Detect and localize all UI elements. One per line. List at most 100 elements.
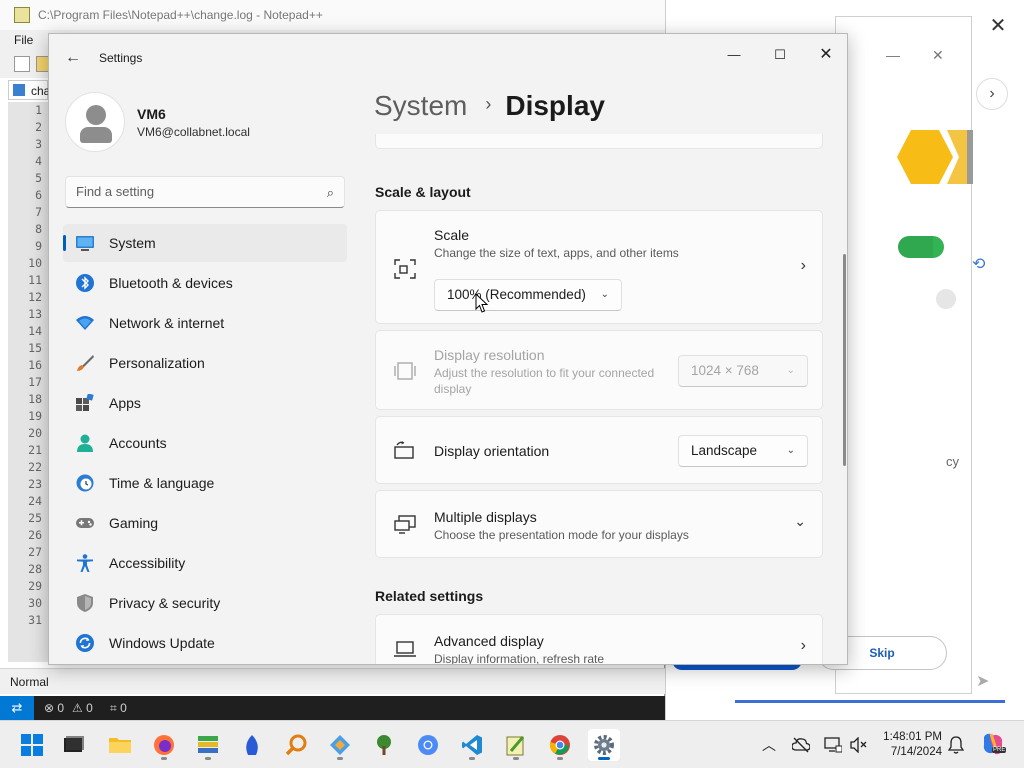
taskbar-file-explorer[interactable] <box>104 729 136 761</box>
network-monitor-icon[interactable] <box>824 737 842 753</box>
sidebar-item-network[interactable]: Network & internet <box>63 304 347 342</box>
gamepad-icon <box>76 518 94 528</box>
user-email: VM6@collabnet.local <box>137 125 250 139</box>
editor-mode: Normal <box>10 675 49 689</box>
search-input[interactable] <box>76 184 306 199</box>
send-icon[interactable]: ➤ <box>976 671 989 691</box>
tree-icon <box>377 735 391 755</box>
notepadpp-title-bar[interactable]: C:\Program Files\Notepad++\change.log - … <box>0 0 665 30</box>
remote-indicator-icon[interactable]: ⇄ <box>0 696 34 720</box>
notification-bell-icon[interactable] <box>948 736 964 754</box>
scrollbar[interactable] <box>843 254 846 466</box>
sidebar-item-personalization[interactable]: Personalization <box>63 344 347 382</box>
line-number: 28 <box>28 562 42 576</box>
line-number: 8 <box>35 222 42 236</box>
back-arrow-icon[interactable]: ← <box>61 46 85 70</box>
line-number-gutter: 1 2 3 4 5 6 7 8 9 10 11 12 13 14 15 16 17 18 19 20 21 22 23 24 2… <box>8 102 48 662</box>
sync-icon: ⟲ <box>972 256 986 273</box>
chevron-down-icon: ⌄ <box>600 289 609 300</box>
sidebar-nav: System Bluetooth & devices Network & int… <box>63 224 347 664</box>
sidebar-item-gaming[interactable]: Gaming <box>63 504 347 542</box>
line-number: 29 <box>28 579 42 593</box>
chrome-side-panel: — ✕ cy <box>835 16 972 694</box>
chevron-right-icon[interactable]: › <box>801 257 806 275</box>
taskbar-clock[interactable]: 1:48:01 PM 7/14/2024 <box>880 730 942 760</box>
show-hidden-icons-chevron-up-icon[interactable]: ︿ <box>762 735 776 755</box>
taskbar-notepadpp[interactable] <box>500 729 532 761</box>
avatar[interactable] <box>65 92 125 152</box>
chevron-right-icon[interactable]: › <box>801 637 806 655</box>
sidebar-item-label: Network & internet <box>109 315 225 331</box>
sidebar-item-system[interactable]: System <box>63 224 347 262</box>
circle-placeholder-icon <box>936 289 956 309</box>
chrome-minimize-icon[interactable]: — <box>886 47 900 63</box>
orientation-icon <box>394 441 414 459</box>
warnings-count[interactable]: ⚠ 0 <box>72 701 93 715</box>
ports-count[interactable]: ⌗ 0 <box>110 701 127 716</box>
sidebar-item-accounts[interactable]: Accounts <box>63 424 347 462</box>
chevron-right-icon[interactable]: › <box>976 78 1008 110</box>
taskbar-vscode[interactable] <box>456 729 488 761</box>
multiple-displays-card[interactable]: Multiple displays Choose the presentatio… <box>375 490 823 558</box>
orientation-dropdown[interactable]: Landscape ⌄ <box>678 435 808 467</box>
scale-card[interactable]: Scale Change the size of text, apps, and… <box>375 210 823 324</box>
page-title: Display <box>505 90 605 121</box>
sidebar-item-accessibility[interactable]: Accessibility <box>63 544 347 582</box>
multiple-displays-subtitle: Choose the presentation mode for your di… <box>434 528 689 542</box>
gear-icon <box>594 735 614 755</box>
firefox-icon <box>154 735 174 755</box>
onedrive-offline-icon[interactable] <box>792 737 810 753</box>
chevron-down-icon: ⌄ <box>786 365 795 376</box>
magnifier-icon <box>285 734 307 756</box>
settings-app-title: Settings <box>99 51 143 65</box>
close-icon[interactable]: ✕ <box>803 40 847 70</box>
sidebar-item-apps[interactable]: Apps <box>63 384 347 422</box>
sidebar-item-bluetooth[interactable]: Bluetooth & devices <box>63 264 347 302</box>
taskbar-settings[interactable] <box>588 729 620 761</box>
scale-dropdown[interactable]: 100% (Recommended) ⌄ <box>434 279 622 311</box>
sidebar-item-windows-update[interactable]: Windows Update <box>63 624 347 662</box>
breadcrumb-parent[interactable]: System <box>374 90 467 121</box>
sidebar-item-privacy[interactable]: Privacy & security <box>63 584 347 622</box>
search-box[interactable]: ⌕ <box>65 176 345 208</box>
running-indicator <box>598 757 610 760</box>
advanced-display-card[interactable]: Advanced display Display information, re… <box>375 614 823 664</box>
taskbar-chromium[interactable] <box>412 729 444 761</box>
new-file-icon[interactable] <box>14 56 30 72</box>
chrome-close-icon[interactable]: ✕ <box>932 47 944 64</box>
notepadpp-tab[interactable]: cha <box>8 80 50 100</box>
taskbar-chrome[interactable] <box>544 729 576 761</box>
taskbar-diamond-app[interactable] <box>324 729 356 761</box>
line-number: 13 <box>28 307 42 321</box>
running-indicator <box>557 757 563 760</box>
line-number: 19 <box>28 409 42 423</box>
resolution-dropdown-value: 1024 × 768 <box>691 363 759 378</box>
line-number: 30 <box>28 596 42 610</box>
line-number: 26 <box>28 528 42 542</box>
search-icon[interactable]: ⌕ <box>327 185 334 201</box>
apps-icon <box>76 394 94 411</box>
sidebar-item-time-language[interactable]: Time & language <box>63 464 347 502</box>
minimize-icon[interactable]: — <box>711 40 757 70</box>
taskbar-firefox[interactable] <box>148 729 180 761</box>
chevron-down-icon[interactable]: ⌄ <box>794 513 806 530</box>
copilot-icon <box>983 733 1003 755</box>
sidebar-item-label: Bluetooth & devices <box>109 275 233 291</box>
volume-muted-icon[interactable] <box>850 737 868 753</box>
taskbar-bird-app[interactable] <box>236 729 268 761</box>
line-number: 18 <box>28 392 42 406</box>
start-button[interactable] <box>16 729 48 761</box>
section-title-scale-layout: Scale & layout <box>375 184 471 200</box>
errors-count[interactable]: ⊗ 0 <box>44 701 64 715</box>
taskbar-terminal[interactable] <box>58 729 90 761</box>
wifi-icon <box>76 316 94 330</box>
line-number: 2 <box>35 120 42 134</box>
taskbar-search-tool[interactable] <box>280 729 312 761</box>
chrome-main-close-icon[interactable]: ✕ <box>986 14 1010 38</box>
maximize-icon[interactable]: ☐ <box>757 40 803 70</box>
taskbar-stacks-app[interactable] <box>192 729 224 761</box>
taskbar-tree-app[interactable] <box>368 729 400 761</box>
line-number: 22 <box>28 460 42 474</box>
copilot-button[interactable]: PRE <box>980 731 1007 757</box>
notepadpp-app-icon <box>14 7 30 23</box>
